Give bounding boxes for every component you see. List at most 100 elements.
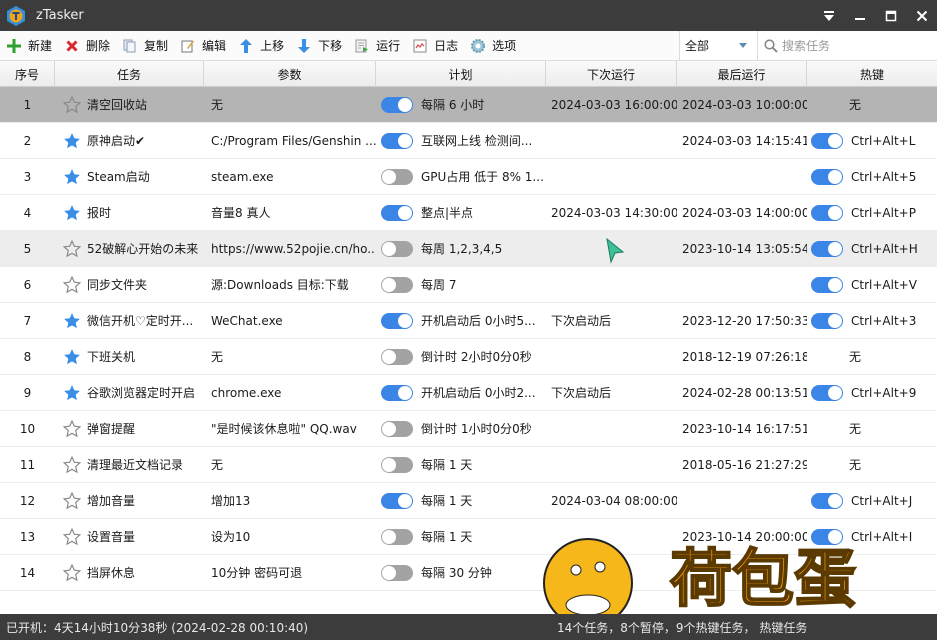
options-button[interactable]: 选项 [464, 33, 522, 59]
plan-cell: GPU占用 低于 8% 1... [376, 159, 546, 194]
task-enabled-toggle[interactable] [381, 384, 413, 401]
star-outline-icon[interactable] [63, 419, 81, 438]
last-run-cell: 2023-10-14 20:00:00 [682, 529, 807, 544]
hotkey-toggle[interactable] [811, 240, 843, 257]
filter-select[interactable]: 全部 [679, 31, 757, 60]
hotkey-toggle[interactable] [811, 312, 843, 329]
log-button[interactable]: 日志 [406, 33, 464, 59]
star-filled-icon[interactable] [63, 168, 81, 186]
hotkey-value: 无 [849, 458, 862, 472]
task-enabled-toggle[interactable] [381, 312, 413, 329]
hotkey-toggle[interactable] [811, 204, 843, 221]
task-enabled-toggle[interactable] [381, 240, 413, 257]
table-header: 序号 任务 参数 计划 下次运行 最后运行 热键 [0, 61, 937, 87]
plan-text: 倒计时 1小时0分0秒 [421, 422, 532, 436]
table-row[interactable]: 11 清理最近文档记录 无 每隔 1 天 2018-05-16 21:27:29 无 [0, 447, 937, 483]
star-outline-icon[interactable] [63, 275, 81, 294]
row-number: 1 [23, 97, 32, 112]
table-row[interactable]: 4 报时 音量8 真人 整点|半点 2024-03-03 14:30:00 2024-03… [0, 195, 937, 231]
table-row[interactable]: 12 增加音量 增加13 每隔 1 天 2024-03-04 08:00:00 Ctrl+… [0, 483, 937, 519]
star-outline-icon[interactable] [63, 239, 81, 258]
table-row[interactable]: 1 清空回收站 无 每隔 6 小时 2024-03-03 16:00:00 2024-03… [0, 87, 937, 123]
task-enabled-toggle[interactable] [381, 276, 413, 293]
plan-cell: 每隔 1 天 [376, 447, 546, 482]
column-header-plan[interactable]: 计划 [376, 61, 546, 87]
table-row[interactable]: 7 微信开机♡定时开... WeChat.exe 开机启动后 0小时5... 下次启动后… [0, 303, 937, 339]
task-enabled-toggle[interactable] [381, 348, 413, 365]
maximize-button[interactable] [875, 0, 906, 31]
edit-button[interactable]: 编辑 [174, 33, 232, 59]
column-header-last-run[interactable]: 最后运行 [677, 61, 807, 87]
run-icon [354, 38, 370, 54]
task-name: 52破解心开始の未来 [87, 242, 199, 256]
plan-text: GPU占用 低于 8% 1... [421, 170, 544, 184]
close-button[interactable] [906, 0, 937, 31]
plan-text: 每周 7 [421, 278, 457, 292]
table-row[interactable]: 14 挡屏休息 10分钟 密码可退 每隔 30 分钟 [0, 555, 937, 591]
table-row[interactable]: 10 弹窗提醒 "是时候该休息啦" QQ.wav 倒计时 1小时0分0秒 2023-10… [0, 411, 937, 447]
plan-text: 每隔 30 分钟 [421, 566, 492, 580]
toggle-knob [382, 529, 396, 544]
star-filled-icon[interactable] [63, 312, 81, 330]
hotkey-toggle[interactable] [811, 168, 843, 185]
last-run-cell [677, 555, 807, 590]
star-filled-icon[interactable] [63, 204, 81, 222]
task-enabled-toggle[interactable] [381, 420, 413, 437]
plan-cell: 每周 1,2,3,4,5 [376, 231, 546, 266]
hotkey-toggle[interactable] [811, 276, 843, 293]
star-filled-icon[interactable] [63, 132, 81, 150]
next-run-cell [546, 123, 677, 158]
table-row[interactable]: 5 52破解心开始の未来 https://www.52pojie.cn/ho... 每… [0, 231, 937, 267]
last-run-cell: 2024-03-03 10:00:00 [682, 97, 807, 112]
params-cell: 音量8 真人 [211, 206, 271, 220]
task-enabled-toggle[interactable] [381, 528, 413, 545]
table-row[interactable]: 8 下班关机 无 倒计时 2小时0分0秒 2018-12-19 07:26:18 无 [0, 339, 937, 375]
hotkey-toggle[interactable] [811, 132, 843, 149]
table-row[interactable]: 6 同步文件夹 源:Downloads 目标:下载 每周 7 Ctrl+Alt+V [0, 267, 937, 303]
star-outline-icon[interactable] [63, 95, 81, 114]
task-name: Steam启动 [87, 170, 150, 184]
plan-text: 倒计时 2小时0分0秒 [421, 350, 532, 364]
star-outline-icon[interactable] [63, 563, 81, 582]
last-run-cell: 2023-12-20 17:50:33 [682, 313, 807, 328]
row-number: 12 [19, 493, 36, 508]
column-header-next-run[interactable]: 下次运行 [546, 61, 677, 87]
search-icon [764, 38, 778, 53]
star-outline-icon[interactable] [63, 455, 81, 474]
search-input[interactable] [782, 38, 932, 53]
hotkey-toggle[interactable] [811, 528, 843, 545]
task-enabled-toggle[interactable] [381, 96, 413, 113]
task-enabled-toggle[interactable] [381, 204, 413, 221]
table-row[interactable]: 3 Steam启动 steam.exe GPU占用 低于 8% 1... Ctrl+Al… [0, 159, 937, 195]
star-outline-icon[interactable] [63, 527, 81, 546]
hotkey-toggle[interactable] [811, 384, 843, 401]
params-cell: 10分钟 密码可退 [211, 566, 303, 580]
star-outline-icon[interactable] [63, 491, 81, 510]
column-header-params[interactable]: 参数 [204, 61, 376, 87]
star-filled-icon[interactable] [63, 348, 81, 366]
star-filled-icon[interactable] [63, 384, 81, 402]
task-enabled-toggle[interactable] [381, 492, 413, 509]
minimize-button[interactable] [844, 0, 875, 31]
new-button[interactable]: 新建 [0, 33, 58, 59]
delete-button[interactable]: 删除 [58, 33, 116, 59]
table-row[interactable]: 2 原神启动✔ C:/Program Files/Genshin ... 互联网上线 … [0, 123, 937, 159]
run-button[interactable]: 运行 [348, 33, 406, 59]
task-enabled-toggle[interactable] [381, 456, 413, 473]
copy-button[interactable]: 复制 [116, 33, 174, 59]
task-enabled-toggle[interactable] [381, 132, 413, 149]
task-enabled-toggle[interactable] [381, 168, 413, 185]
task-enabled-toggle[interactable] [381, 564, 413, 581]
move-down-button[interactable]: 下移 [290, 33, 348, 59]
move-up-button[interactable]: 上移 [232, 33, 290, 59]
column-header-hotkey[interactable]: 热键 [807, 61, 937, 87]
hotkey-value: Ctrl+Alt+P [851, 205, 916, 220]
hotkey-toggle[interactable] [811, 492, 843, 509]
menu-dropdown-button[interactable] [813, 0, 844, 31]
toggle-knob [382, 349, 396, 364]
column-header-task[interactable]: 任务 [55, 61, 204, 87]
table-row[interactable]: 9 谷歌浏览器定时开启 chrome.exe 开机启动后 0小时2... 下次启动后 20… [0, 375, 937, 411]
column-header-number[interactable]: 序号 [0, 61, 55, 87]
toggle-knob [828, 529, 842, 544]
table-row[interactable]: 13 设置音量 设为10 每隔 1 天 2023-10-14 20:00:00 Ctrl+… [0, 519, 937, 555]
